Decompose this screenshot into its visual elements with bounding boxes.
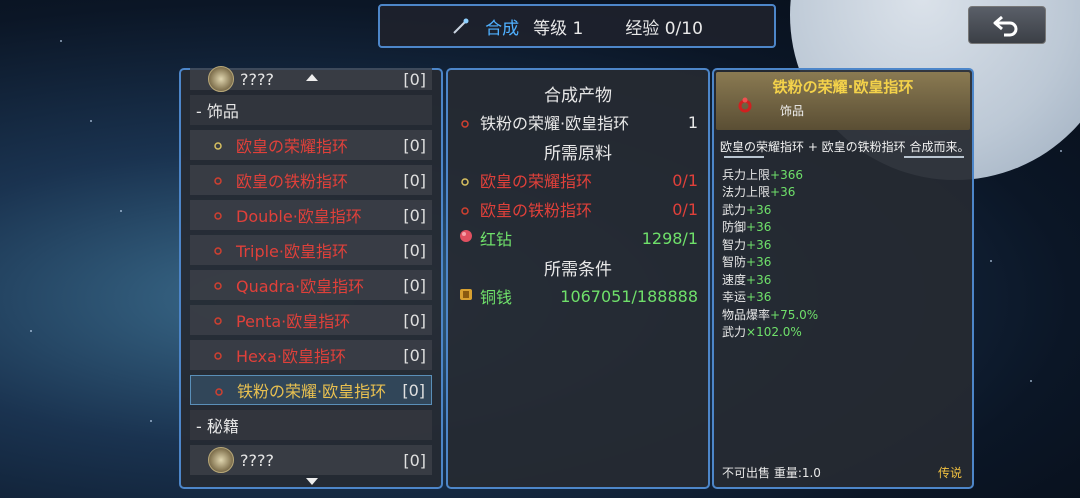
item-title: 铁粉の荣耀·欧皇指环 (772, 78, 914, 96)
ring-icon (214, 212, 222, 220)
product-row: 铁粉の荣耀·欧皇指环 1 (458, 110, 698, 134)
copper-coin-icon (458, 286, 472, 306)
stat-row: 武力×102.0% (722, 325, 802, 339)
item-type: 饰品 (780, 104, 805, 118)
back-arrow-icon (993, 15, 1018, 37)
ring-icon (738, 97, 752, 113)
ring-icon (215, 388, 223, 396)
list-item[interactable]: ???? [0] (190, 445, 432, 475)
ring-icon (214, 177, 222, 185)
wand-icon (453, 18, 469, 34)
scroll-up-icon[interactable] (306, 74, 318, 81)
stat-row: 智力+36 (722, 238, 772, 252)
list-item[interactable]: 欧皇の荣耀指环 [0] (190, 130, 432, 160)
craft-label: 合成 (485, 18, 520, 39)
list-item[interactable]: Quadra·欧皇指环 [0] (190, 270, 432, 300)
craft-header: 合成 等级 1 经验 0/10 (378, 4, 776, 48)
ring-icon (458, 113, 472, 132)
recipe-detail-panel: 合成产物 铁粉の荣耀·欧皇指环 1 所需原料 欧皇の荣耀指环 0/1 欧皇の铁粉… (446, 68, 710, 489)
list-item[interactable]: Double·欧皇指环 [0] (190, 200, 432, 230)
scroll-down-icon[interactable] (306, 478, 318, 485)
list-item-selected[interactable]: 铁粉の荣耀·欧皇指环 [0] (190, 375, 432, 405)
category-accessories[interactable]: - 饰品 (190, 95, 432, 125)
divider (724, 156, 764, 158)
ring-icon (214, 282, 222, 290)
stat-row: 幸运+36 (722, 290, 772, 304)
stat-row: 兵力上限+366 (722, 168, 803, 182)
stat-row: 物品爆率+75.0% (722, 308, 819, 322)
material-row: 欧皇の荣耀指环 0/1 (458, 168, 698, 192)
back-button[interactable] (968, 6, 1046, 44)
product-title: 合成产物 (544, 86, 612, 106)
stat-row: 武力+36 (722, 203, 772, 217)
list-item[interactable]: Penta·欧皇指环 [0] (190, 305, 432, 335)
item-header: 铁粉の荣耀·欧皇指环 饰品 (716, 72, 970, 130)
item-description: 欧皇の荣耀指环 + 欧皇の铁粉指环 合成而来。 (720, 140, 970, 154)
materials-title: 所需原料 (544, 144, 612, 164)
list-item[interactable]: Hexa·欧皇指环 [0] (190, 340, 432, 370)
condition-row: 铜钱 1067051/188888 (458, 284, 698, 308)
rarity-label: 传说 (937, 466, 962, 480)
stat-row: 防御+36 (722, 220, 772, 234)
stat-row: 速度+36 (722, 273, 772, 287)
divider (904, 156, 964, 158)
category-secret-books[interactable]: - 秘籍 (190, 410, 432, 440)
ring-icon (214, 352, 222, 360)
material-row: 欧皇の铁粉指环 0/1 (458, 197, 698, 221)
ring-icon (458, 200, 472, 219)
conditions-title: 所需条件 (544, 260, 612, 280)
stat-row: 智防+36 (722, 255, 772, 269)
ring-icon (214, 317, 222, 325)
material-row: 红钻 1298/1 (458, 226, 698, 250)
stat-row: 法力上限+36 (722, 185, 796, 199)
list-item[interactable]: Triple·欧皇指环 [0] (190, 235, 432, 265)
ring-icon (214, 247, 222, 255)
ring-icon (214, 142, 222, 150)
unknown-item-icon (208, 66, 234, 92)
red-diamond-icon (458, 228, 472, 248)
unknown-item-icon (208, 447, 234, 473)
item-footer: 不可出售 重量:1.0 (722, 466, 821, 480)
exp-label: 经验 0/10 (625, 18, 703, 39)
item-info-panel: 铁粉の荣耀·欧皇指环 饰品 欧皇の荣耀指环 + 欧皇の铁粉指环 合成而来。 兵力… (712, 68, 974, 489)
recipe-list-panel[interactable]: ???? [0] - 饰品 欧皇の荣耀指环 [0] 欧皇の铁粉指环 [0] Do… (179, 66, 443, 489)
level-label: 等级 1 (533, 18, 584, 39)
list-item[interactable]: 欧皇の铁粉指环 [0] (190, 165, 432, 195)
ring-icon (458, 171, 472, 190)
